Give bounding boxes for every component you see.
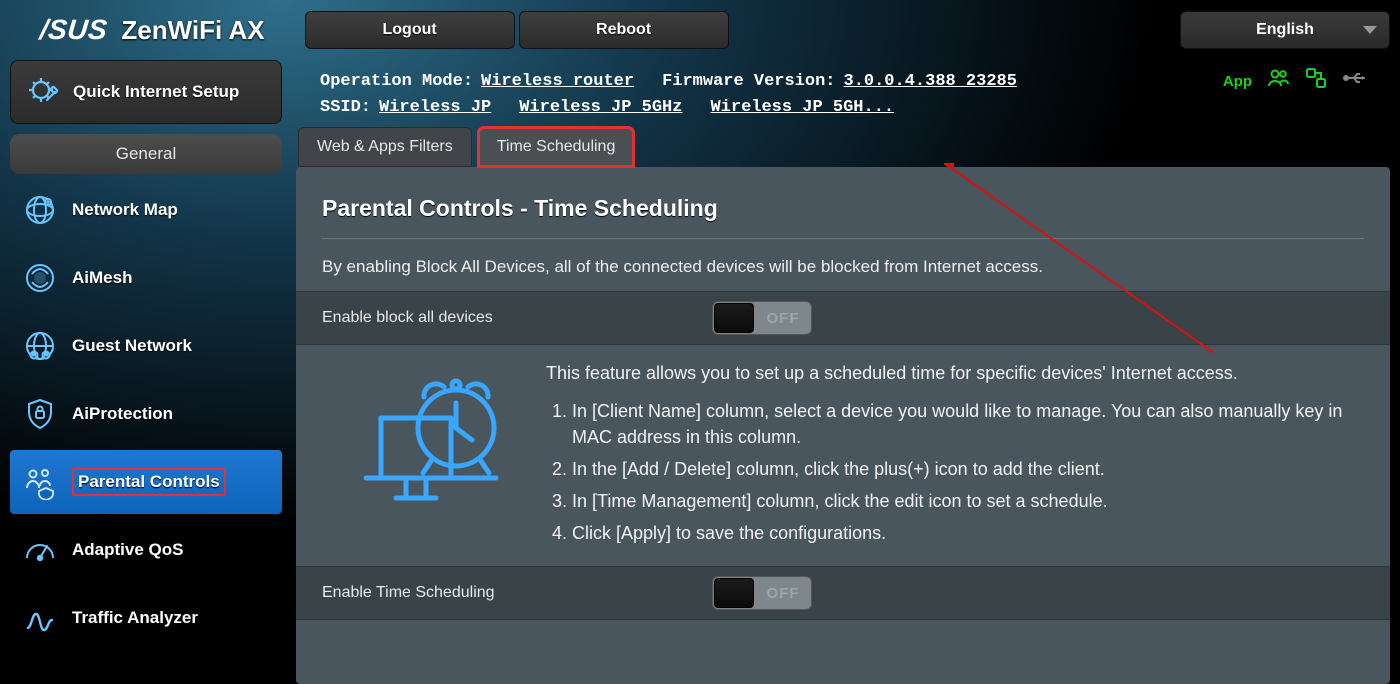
feature-step-3: In [Time Management] column, click the e… — [572, 488, 1364, 514]
shield-icon — [22, 396, 58, 432]
sidebar-item-label: Traffic Analyzer — [72, 608, 198, 628]
feature-step-4: Click [Apply] to save the configurations… — [572, 520, 1364, 546]
sidebar-item-label: Parental Controls — [72, 468, 226, 496]
guest-network-icon — [22, 328, 58, 364]
parental-controls-icon — [22, 464, 58, 500]
enable-time-scheduling-label: Enable Time Scheduling — [322, 584, 692, 602]
sidebar-item-adaptive-qos[interactable]: Adaptive QoS — [10, 518, 282, 582]
sidebar-item-guest-network[interactable]: Guest Network — [10, 314, 282, 378]
globe-icon — [22, 192, 58, 228]
mesh-icon — [22, 260, 58, 296]
reboot-button[interactable]: Reboot — [519, 11, 729, 49]
sidebar-item-label: Adaptive QoS — [72, 540, 183, 560]
sidebar-item-label: AiProtection — [72, 404, 173, 424]
gear-wrench-icon — [25, 74, 61, 110]
tab-web-apps-filters[interactable]: Web & Apps Filters — [298, 127, 472, 167]
ssid-2-link[interactable]: Wireless JP 5GHz — [519, 98, 682, 117]
toggle-state: OFF — [755, 585, 811, 602]
app-link[interactable]: App — [1223, 73, 1252, 90]
panel-title: Parental Controls - Time Scheduling — [322, 195, 1364, 222]
network-icon[interactable] — [1304, 66, 1328, 96]
fw-label: Firmware Version: — [662, 72, 835, 91]
ssid-label: SSID: — [320, 98, 371, 117]
panel-description: By enabling Block All Devices, all of th… — [322, 257, 1364, 277]
divider — [322, 238, 1364, 239]
feature-lead: This feature allows you to set up a sche… — [546, 363, 1364, 384]
qis-label: Quick Internet Setup — [73, 82, 239, 102]
enable-block-all-toggle[interactable]: OFF — [712, 301, 812, 335]
sidebar-item-label: Network Map — [72, 200, 178, 220]
toggle-knob — [714, 578, 754, 608]
usb-icon[interactable] — [1342, 66, 1366, 96]
brand-model: ZenWiFi AX — [121, 15, 264, 46]
sidebar-item-label: AiMesh — [72, 268, 132, 288]
sidebar-group-general: General — [10, 134, 282, 174]
chevron-down-icon — [1363, 26, 1377, 34]
tab-time-scheduling[interactable]: Time Scheduling — [478, 127, 635, 167]
toggle-knob — [714, 303, 754, 333]
user-icon[interactable] — [1266, 66, 1290, 96]
schedule-illustration-icon — [346, 363, 516, 513]
sidebar-item-parental-controls[interactable]: Parental Controls — [10, 450, 282, 514]
traffic-icon — [22, 600, 58, 636]
ssid-3-link[interactable]: Wireless JP 5GH... — [710, 98, 894, 117]
quick-internet-setup-button[interactable]: Quick Internet Setup — [10, 60, 282, 124]
fw-link[interactable]: 3.0.0.4.388_23285 — [844, 72, 1017, 91]
enable-time-scheduling-toggle[interactable]: OFF — [712, 576, 812, 610]
gauge-icon — [22, 532, 58, 568]
logout-button[interactable]: Logout — [305, 11, 515, 49]
language-label: English — [1256, 21, 1314, 39]
brand-logo: /SUS — [38, 14, 109, 46]
op-mode-link[interactable]: Wireless router — [481, 72, 634, 91]
feature-step-2: In the [Add / Delete] column, click the … — [572, 456, 1364, 482]
sidebar-item-aiprotection[interactable]: AiProtection — [10, 382, 282, 446]
toggle-state: OFF — [755, 310, 811, 327]
op-mode-label: Operation Mode: — [320, 72, 473, 91]
language-dropdown[interactable]: English — [1180, 11, 1390, 49]
feature-step-1: In [Client Name] column, select a device… — [572, 398, 1364, 450]
sidebar-item-label: Guest Network — [72, 336, 192, 356]
enable-block-all-label: Enable block all devices — [322, 309, 692, 327]
sidebar-item-network-map[interactable]: Network Map — [10, 178, 282, 242]
ssid-1-link[interactable]: Wireless JP — [379, 98, 491, 117]
sidebar-item-traffic-analyzer[interactable]: Traffic Analyzer — [10, 586, 282, 650]
sidebar-item-aimesh[interactable]: AiMesh — [10, 246, 282, 310]
